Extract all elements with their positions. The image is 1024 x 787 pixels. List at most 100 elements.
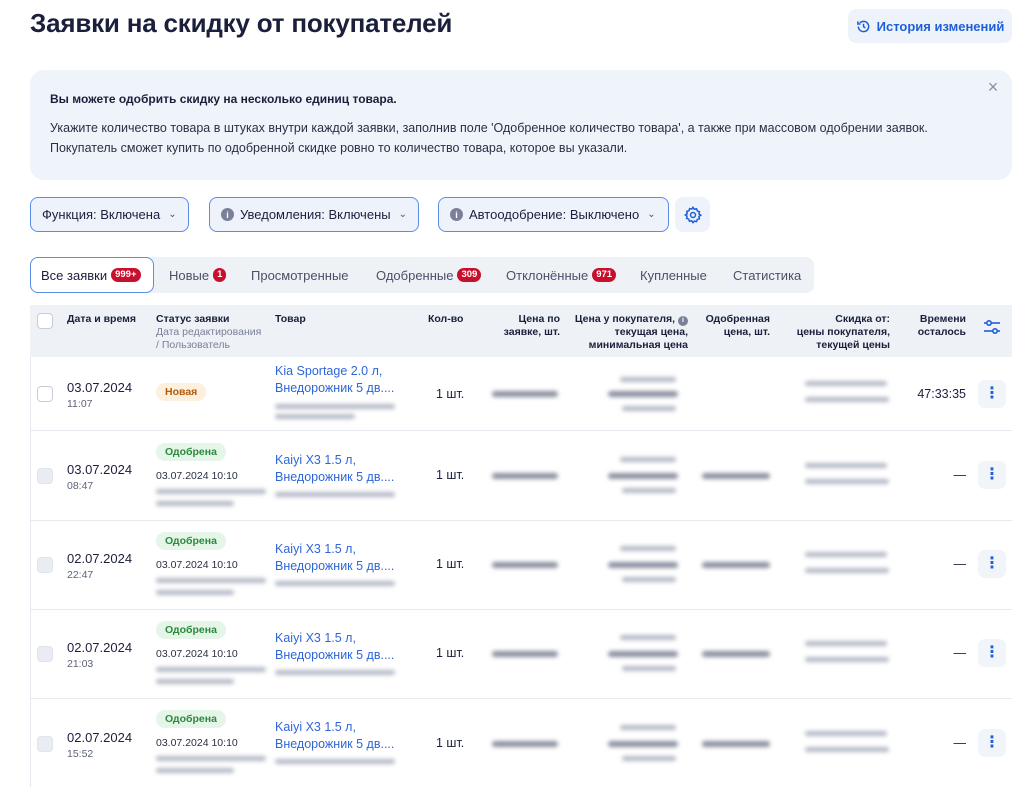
product-link[interactable]: Kaiyi X3 1.5 л, Внедорожник 5 дв....: [275, 719, 394, 753]
col-qty: Кол-во: [428, 313, 464, 325]
chevron-down-icon: ⌄: [647, 209, 656, 220]
autoapprove-filter[interactable]: i Автоодобрение: Выключено ⌄: [438, 197, 669, 232]
table-row[interactable]: 03.07.2024 11:07 Новая Kia Sportage 2.0 …: [30, 357, 1012, 431]
info-banner: Вы можете одобрить скидку на несколько е…: [30, 70, 1012, 180]
edit-datetime: 03.07.2024 10:10: [156, 559, 238, 571]
status-badge: Новая: [156, 383, 207, 401]
select-all-checkbox[interactable]: [37, 313, 53, 329]
row-menu-button[interactable]: ⋮: [978, 550, 1006, 578]
table-row[interactable]: 03.07.2024 08:47 Одобрена 03.07.2024 10:…: [30, 431, 1012, 521]
tab-all[interactable]: Все заявки 999+: [30, 257, 154, 293]
col-date: Дата и время: [67, 313, 137, 325]
tab-badge: 309: [457, 268, 482, 282]
tab-label: Купленные: [640, 267, 707, 283]
product-name: Kaiyi X3 1.5 л,: [275, 720, 356, 734]
row-qty: 1 шт.: [436, 736, 465, 750]
product-link[interactable]: Kaiyi X3 1.5 л, Внедорожник 5 дв....: [275, 541, 394, 575]
tab-label: Одобренные: [376, 267, 454, 283]
col-request-price-2: заявке, шт.: [503, 326, 560, 338]
col-buyer-price-3: минимальная цена: [588, 339, 688, 351]
history-button[interactable]: История изменений: [848, 9, 1012, 43]
time-left: —: [953, 468, 967, 482]
col-request-price: Цена по заявке, шт.: [492, 313, 560, 339]
row-qty: 1 шт.: [436, 646, 465, 660]
tab-viewed[interactable]: Просмотренные: [251, 257, 349, 293]
tab-purchased[interactable]: Купленные: [640, 257, 707, 293]
row-checkbox[interactable]: [37, 557, 53, 573]
col-discount: Скидка от: цены покупателя, текущей цены: [780, 313, 890, 352]
product-type: Внедорожник 5 дв....: [275, 470, 395, 484]
product-name: Kaiyi X3 1.5 л,: [275, 542, 356, 556]
tab-rejected[interactable]: Отклонённые 971: [506, 257, 617, 293]
row-menu-button[interactable]: ⋮: [978, 639, 1006, 667]
edit-datetime: 03.07.2024 10:10: [156, 737, 238, 749]
product-link[interactable]: Kia Sportage 2.0 л, Внедорожник 5 дв....: [275, 363, 394, 397]
product-type: Внедорожник 5 дв....: [275, 381, 395, 395]
history-icon: [856, 20, 869, 32]
status-badge: Одобрена: [156, 532, 226, 550]
row-date: 02.07.2024: [67, 730, 133, 745]
col-buyer-price: Цена у покупателя, i текущая цена, миним…: [566, 313, 688, 352]
notifications-filter[interactable]: i Уведомления: Включены ⌄: [209, 197, 419, 232]
col-request-price-1: Цена по: [518, 313, 561, 325]
col-time-left-1: Времени: [919, 313, 966, 325]
table-header: Дата и время Статус заявки Дата редактир…: [30, 305, 1012, 357]
product-link[interactable]: Kaiyi X3 1.5 л, Внедорожник 5 дв....: [275, 452, 394, 486]
col-status-sub1: Дата редактирования: [156, 326, 262, 338]
tab-approved[interactable]: Одобренные 309: [376, 257, 482, 293]
time-left: —: [953, 557, 967, 571]
col-status-sub2: / Пользователь: [156, 339, 230, 351]
row-menu-button[interactable]: ⋮: [978, 380, 1006, 408]
tab-label: Все заявки: [41, 267, 108, 283]
col-approved-price-1: Одобренная: [705, 313, 770, 325]
table-row[interactable]: 02.07.2024 22:47 Одобрена 03.07.2024 10:…: [30, 521, 1012, 610]
row-date: 02.07.2024: [67, 551, 133, 566]
banner-line-2: Покупатель сможет купить по одобренной с…: [50, 141, 628, 155]
chevron-down-icon: ⌄: [168, 209, 177, 220]
col-status: Статус заявки Дата редактирования / Поль…: [156, 313, 261, 352]
row-date: 03.07.2024: [67, 462, 133, 477]
function-filter[interactable]: Функция: Включена ⌄: [30, 197, 189, 232]
banner-title: Вы можете одобрить скидку на несколько е…: [50, 92, 397, 106]
tab-badge: 999+: [111, 268, 141, 282]
product-link[interactable]: Kaiyi X3 1.5 л, Внедорожник 5 дв....: [275, 630, 394, 664]
row-date: 03.07.2024: [67, 380, 133, 395]
close-icon[interactable]: ×: [984, 78, 1002, 96]
edit-datetime: 03.07.2024 10:10: [156, 470, 238, 482]
banner-line-1: Укажите количество товара в штуках внутр…: [50, 121, 928, 135]
row-checkbox[interactable]: [37, 736, 53, 752]
row-time: 21:03: [67, 658, 94, 670]
col-discount-2: цены покупателя,: [796, 326, 890, 338]
col-status-title: Статус заявки: [156, 313, 230, 325]
tab-label: Новые: [169, 267, 210, 283]
settings-button[interactable]: [675, 197, 710, 232]
row-checkbox[interactable]: [37, 386, 53, 402]
row-qty: 1 шт.: [436, 557, 465, 571]
notifications-filter-label: Уведомления: Включены: [240, 207, 391, 222]
row-time: 08:47: [67, 480, 94, 492]
col-discount-1: Скидка от:: [835, 313, 890, 325]
tab-label: Просмотренные: [251, 267, 349, 283]
chevron-down-icon: ⌄: [398, 209, 407, 220]
sliders-icon[interactable]: [982, 317, 1002, 337]
col-time-left-2: осталось: [917, 326, 966, 338]
product-name: Kia Sportage 2.0 л,: [275, 364, 383, 378]
product-type: Внедорожник 5 дв....: [275, 648, 395, 662]
product-type: Внедорожник 5 дв....: [275, 559, 395, 573]
tab-label: Отклонённые: [506, 267, 589, 283]
row-menu-button[interactable]: ⋮: [978, 729, 1006, 757]
tab-new[interactable]: Новые 1: [169, 257, 227, 293]
product-type: Внедорожник 5 дв....: [275, 737, 395, 751]
table-row[interactable]: 02.07.2024 15:52 Одобрена 03.07.2024 10:…: [30, 699, 1012, 787]
tab-statistics[interactable]: Статистика: [733, 257, 801, 293]
col-product: Товар: [275, 313, 306, 325]
row-menu-button[interactable]: ⋮: [978, 461, 1006, 489]
status-badge: Одобрена: [156, 710, 226, 728]
row-checkbox[interactable]: [37, 468, 53, 484]
info-icon: i: [221, 208, 234, 221]
row-checkbox[interactable]: [37, 646, 53, 662]
time-left: —: [953, 646, 967, 660]
edit-datetime: 03.07.2024 10:10: [156, 648, 238, 660]
function-filter-label: Функция: Включена: [42, 207, 161, 222]
table-row[interactable]: 02.07.2024 21:03 Одобрена 03.07.2024 10:…: [30, 610, 1012, 699]
